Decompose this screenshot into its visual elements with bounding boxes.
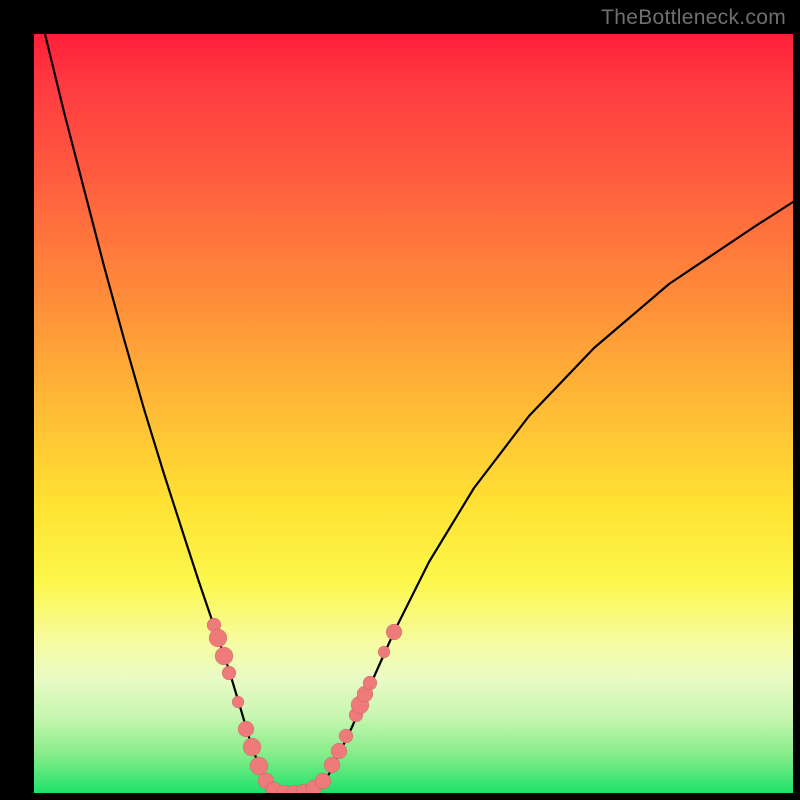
data-dot: [296, 784, 312, 793]
data-dot: [266, 782, 282, 793]
watermark-text: TheBottleneck.com: [601, 6, 786, 30]
data-dot: [232, 696, 244, 708]
data-dot: [339, 729, 353, 743]
data-dot: [222, 666, 236, 680]
data-dot: [386, 624, 402, 640]
data-dot: [238, 721, 254, 737]
curve-svg: [34, 34, 793, 793]
data-dot: [331, 743, 347, 759]
data-dot: [363, 676, 377, 690]
plot-area: [34, 34, 793, 793]
data-dot: [315, 773, 331, 789]
data-dot: [378, 646, 390, 658]
data-dot: [209, 629, 227, 647]
data-dot: [286, 785, 302, 793]
data-dot: [357, 686, 373, 702]
data-dot: [324, 757, 340, 773]
data-dot: [349, 708, 363, 722]
curve-valley-floor: [269, 787, 320, 793]
data-dot: [351, 696, 369, 714]
curve-left-branch: [45, 34, 269, 787]
data-dot: [215, 647, 233, 665]
data-dots: [207, 618, 402, 793]
data-dot: [243, 738, 261, 756]
chart-frame: TheBottleneck.com: [0, 0, 800, 800]
data-dot: [207, 618, 221, 632]
data-dot: [306, 780, 322, 793]
data-dot: [250, 757, 268, 775]
curve-right-branch: [320, 202, 793, 787]
data-dot: [258, 773, 274, 789]
data-dot: [276, 785, 292, 793]
